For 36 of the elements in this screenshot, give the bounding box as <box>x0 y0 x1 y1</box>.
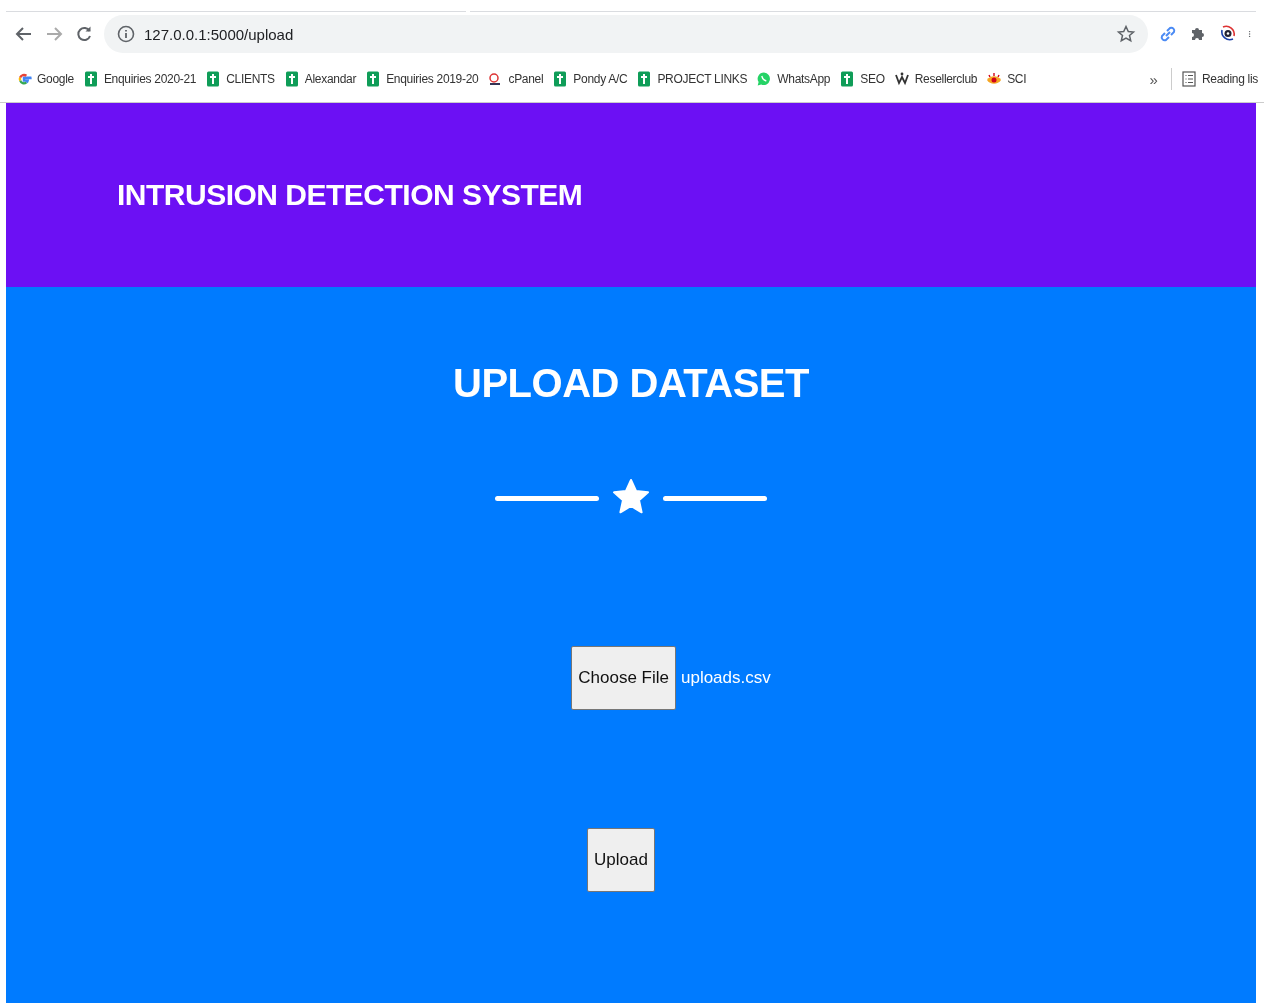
chat-bubble-icon <box>756 71 773 87</box>
list-icon <box>1180 71 1197 87</box>
bookmark-item[interactable]: Enquiries 2019-20 <box>365 71 479 87</box>
sheet-icon <box>365 71 382 87</box>
bookmark-item[interactable]: Enquiries 2020-21 <box>82 71 197 87</box>
reload-icon[interactable] <box>74 24 94 44</box>
bookmark-item[interactable]: WhatsApp <box>756 71 831 87</box>
sheet-icon <box>82 71 99 87</box>
more-bookmarks-button[interactable]: » <box>1145 70 1162 88</box>
upload-button[interactable]: Upload <box>587 828 655 892</box>
sheet-icon <box>636 71 653 87</box>
choose-file-button[interactable]: Choose File <box>571 646 676 710</box>
bookmark-item[interactable]: Pondy A/C <box>552 71 628 87</box>
bookmark-item[interactable]: PROJECT LINKS <box>636 71 748 87</box>
bookmark-item[interactable]: Resellerclub <box>893 71 978 87</box>
file-name: uploads.csv <box>680 668 771 688</box>
eye-icon <box>986 71 1003 87</box>
bookmark-item[interactable]: Alexandar <box>283 71 357 87</box>
address-bar[interactable]: 127.0.0.1:5000/upload <box>104 15 1148 53</box>
bookmark-item[interactable]: CLIENTS <box>205 71 275 87</box>
bookmark-item[interactable]: SCI <box>986 71 1027 87</box>
sheet-icon <box>283 71 300 87</box>
reading-list-button[interactable]: Reading lis <box>1180 71 1258 87</box>
section-heading: UPLOAD DATASET <box>453 361 809 406</box>
google-icon <box>16 71 32 87</box>
link-icon[interactable] <box>1158 24 1178 44</box>
sheet-icon <box>205 71 222 87</box>
bookmark-item[interactable]: SEO <box>839 71 885 87</box>
site-title: INTRUSION DETECTION SYSTEM <box>117 178 583 212</box>
sheet-icon <box>839 71 856 87</box>
bookmark-item[interactable]: cPanel <box>487 71 544 87</box>
eye-extension-icon[interactable] <box>1218 24 1238 44</box>
bookmark-star-icon[interactable] <box>1116 24 1136 44</box>
sheet-icon <box>552 71 569 87</box>
bookmark-item[interactable]: Google <box>16 71 74 87</box>
info-icon <box>116 24 136 44</box>
